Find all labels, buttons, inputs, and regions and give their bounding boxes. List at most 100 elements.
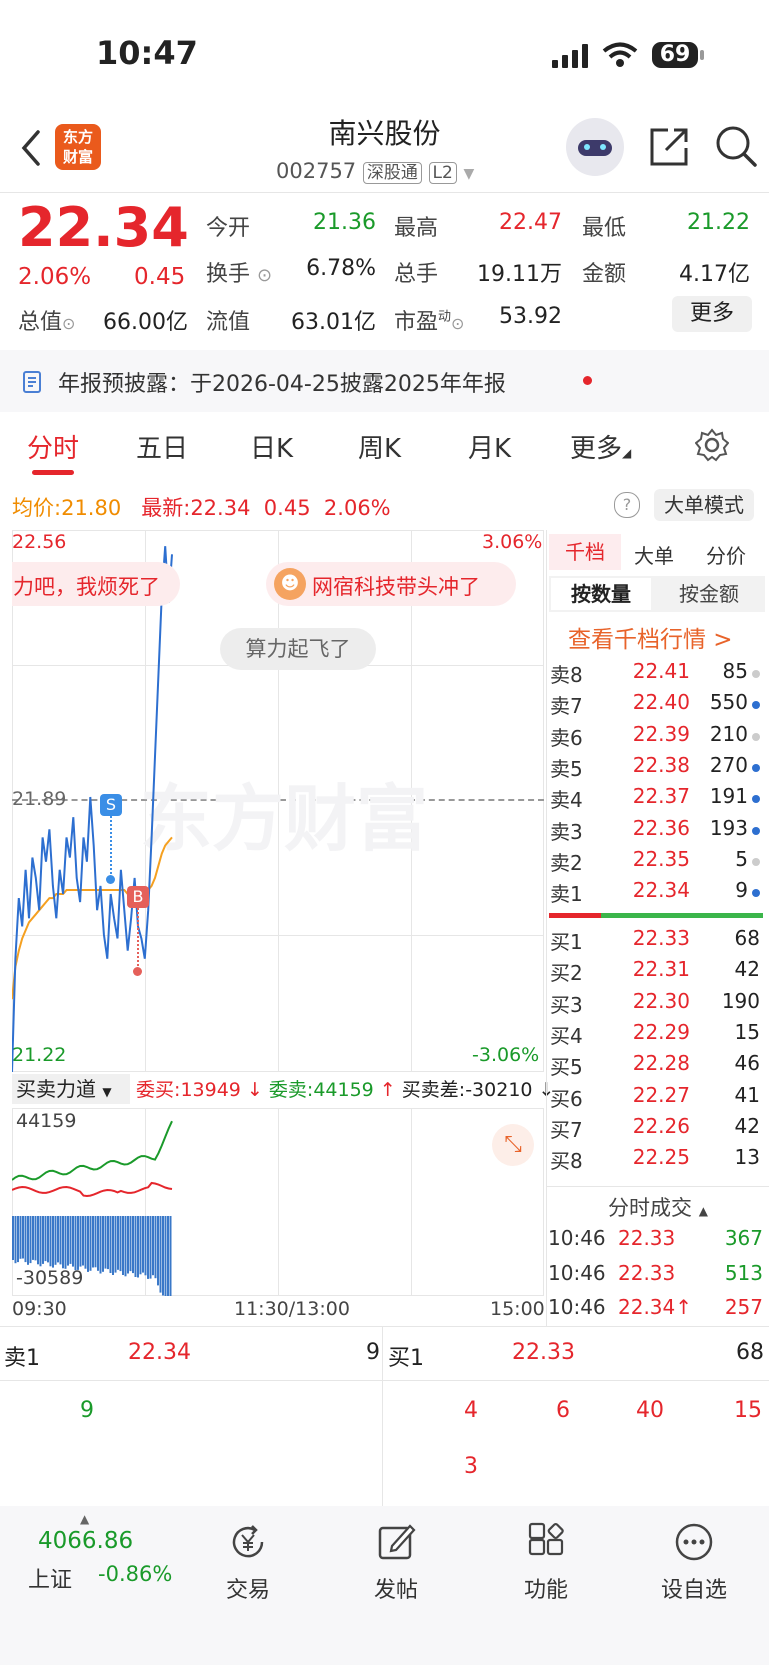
share-icon[interactable] [648, 126, 690, 168]
indicator-select[interactable]: 买卖力道 ▼ [12, 1074, 130, 1104]
info-icon[interactable]: ⊙ [451, 314, 464, 333]
tab-5day[interactable]: 五日 [136, 428, 188, 465]
sell-marker[interactable]: S [100, 794, 122, 816]
bid-level: 买7 [550, 1117, 583, 1142]
bid-row[interactable]: 买1 22.33 68 [550, 926, 760, 956]
nav-post[interactable]: 发帖 [346, 1516, 446, 1626]
nav-functions[interactable]: 功能 [496, 1516, 596, 1626]
sell-marker-dot [106, 875, 115, 884]
bid-price: 22.31 [632, 957, 690, 982]
tab-more[interactable]: 更多◢ [570, 428, 631, 465]
collapse-caret-icon[interactable]: ▲ [80, 1512, 89, 1526]
battery-indicator: 69 [652, 42, 698, 68]
ask-row[interactable]: 卖2 22.35 5 [550, 847, 760, 877]
ask-row[interactable]: 卖3 22.36 193 [550, 816, 760, 846]
diff-bar [159, 1216, 162, 1293]
bid-row[interactable]: 买5 22.28 46 [550, 1051, 760, 1081]
ratio-bar-green [601, 913, 763, 918]
diff-bar [59, 1216, 62, 1265]
ask-row[interactable]: 卖5 22.38 270 [550, 753, 760, 783]
ask-row[interactable]: 卖1 22.34 9 [550, 878, 760, 908]
view-1000-levels-link[interactable]: 查看千档行情 > [568, 620, 733, 654]
help-icon[interactable]: ? [614, 492, 640, 518]
tab-weekly-k[interactable]: 周K [358, 428, 401, 465]
subtab-by-qty[interactable]: 按数量 [551, 578, 651, 610]
tab-monthly-k[interactable]: 月K [468, 428, 511, 465]
subtab-by-amount[interactable]: 按金额 [657, 578, 761, 610]
nav-trade[interactable]: 交易 [198, 1516, 298, 1626]
search-icon[interactable] [714, 124, 758, 168]
ask-dot [752, 763, 760, 772]
diff-bar [74, 1216, 77, 1271]
index-name[interactable]: 上证 [28, 1562, 72, 1594]
turnover-label: 换手 ⊙ [206, 262, 273, 287]
buy-marker[interactable]: B [127, 886, 149, 908]
tab-intraday[interactable]: 分时 [27, 428, 79, 465]
bid-fade [549, 1176, 763, 1186]
ask-volume: 191 [709, 784, 748, 809]
ask-volume: 5 [735, 846, 748, 871]
ask-level: 卖4 [550, 788, 583, 813]
bid-row[interactable]: 买7 22.26 42 [550, 1114, 760, 1144]
diff-bar [57, 1216, 59, 1263]
robot-avatar-icon[interactable] [566, 118, 624, 176]
l1-sell-vol: 9 [366, 1340, 380, 1365]
expand-icon[interactable]: ⤡ [492, 1124, 534, 1166]
ask-level: 卖7 [550, 694, 583, 719]
more-button[interactable]: 更多 [672, 296, 752, 332]
diff-bar [72, 1216, 74, 1267]
open-value: 21.36 [313, 210, 376, 235]
ask-level: 卖8 [550, 663, 583, 687]
open-label: 今开 [206, 216, 251, 241]
x-label-mid: 11:30/13:00 [234, 1298, 350, 1320]
pe-label: 市盈动⊙ [394, 309, 465, 335]
pe-value: 53.92 [499, 304, 562, 329]
trade-tick-row: 10:46 22.33 513 [548, 1261, 763, 1291]
index-change[interactable]: -0.86% [98, 1562, 172, 1586]
settings-gear-icon[interactable] [695, 428, 729, 462]
tab-daily-k[interactable]: 日K [250, 428, 293, 465]
buy-queue-item: 40 [636, 1398, 664, 1423]
big-order-mode-button[interactable]: 大单模式 [654, 489, 754, 521]
bid-volume: 41 [734, 1082, 760, 1107]
comment-bubble[interactable]: 力吧，我烦死了 [12, 562, 180, 606]
document-icon [23, 371, 41, 393]
info-icon[interactable]: ⊙ [257, 265, 272, 286]
diff-bar [137, 1216, 139, 1278]
divider [0, 1326, 769, 1327]
bid-row[interactable]: 买2 22.31 42 [550, 957, 760, 987]
l1-sell-price: 22.34 [128, 1340, 191, 1365]
notice-bar[interactable]: 年报预披露：于2026-04-25披露2025年年报 [0, 350, 769, 412]
bid-row[interactable]: 买3 22.30 190 [550, 989, 760, 1019]
ask-price: 22.38 [632, 752, 690, 777]
diff-bar [19, 1216, 22, 1259]
info-icon[interactable]: ⊙ [62, 314, 75, 333]
bid-row[interactable]: 买8 22.25 13 [550, 1145, 760, 1175]
comment-bubble[interactable]: 算力起飞了 [220, 628, 376, 670]
comment-bubble[interactable]: ☻ 网宿科技带头冲了 [266, 562, 516, 606]
bid-row[interactable]: 买6 22.27 41 [550, 1083, 760, 1113]
bid-row[interactable]: 买4 22.29 15 [550, 1020, 760, 1050]
tab-price-dist[interactable]: 分价 [706, 540, 746, 569]
ask-level: 卖6 [550, 725, 583, 750]
trade-yen-icon [232, 1525, 264, 1558]
ask-dot [752, 701, 760, 710]
nav-add-watchlist[interactable]: 设自选 [644, 1516, 744, 1626]
tab-1000-levels[interactable]: 千档 [549, 534, 621, 570]
nav-add-watchlist-label: 设自选 [660, 1578, 727, 1603]
ask-level: 卖2 [550, 850, 583, 875]
stock-code-row[interactable]: 002757 深股通 L2 ▼ [276, 158, 474, 184]
tick-price: 22.33 [618, 1226, 676, 1250]
index-value[interactable]: 4066.86 [38, 1528, 133, 1554]
ticks-title[interactable]: 分时成交 ▲ [608, 1192, 708, 1222]
ask-volume: 270 [709, 752, 748, 777]
ask-row[interactable]: 卖4 22.37 191 [550, 784, 760, 814]
ask-row[interactable]: 卖6 22.39 210 [550, 722, 760, 752]
bid-level: 买3 [550, 992, 583, 1017]
ask-row[interactable]: 卖7 22.40 550 [550, 690, 760, 720]
buy-queue-item: 15 [734, 1398, 762, 1423]
ask-row[interactable]: 卖8 22.41 85 [550, 659, 760, 689]
diff-bar [92, 1216, 94, 1268]
ask-volume: 210 [709, 721, 748, 746]
tab-big-orders[interactable]: 大单 [634, 540, 674, 569]
